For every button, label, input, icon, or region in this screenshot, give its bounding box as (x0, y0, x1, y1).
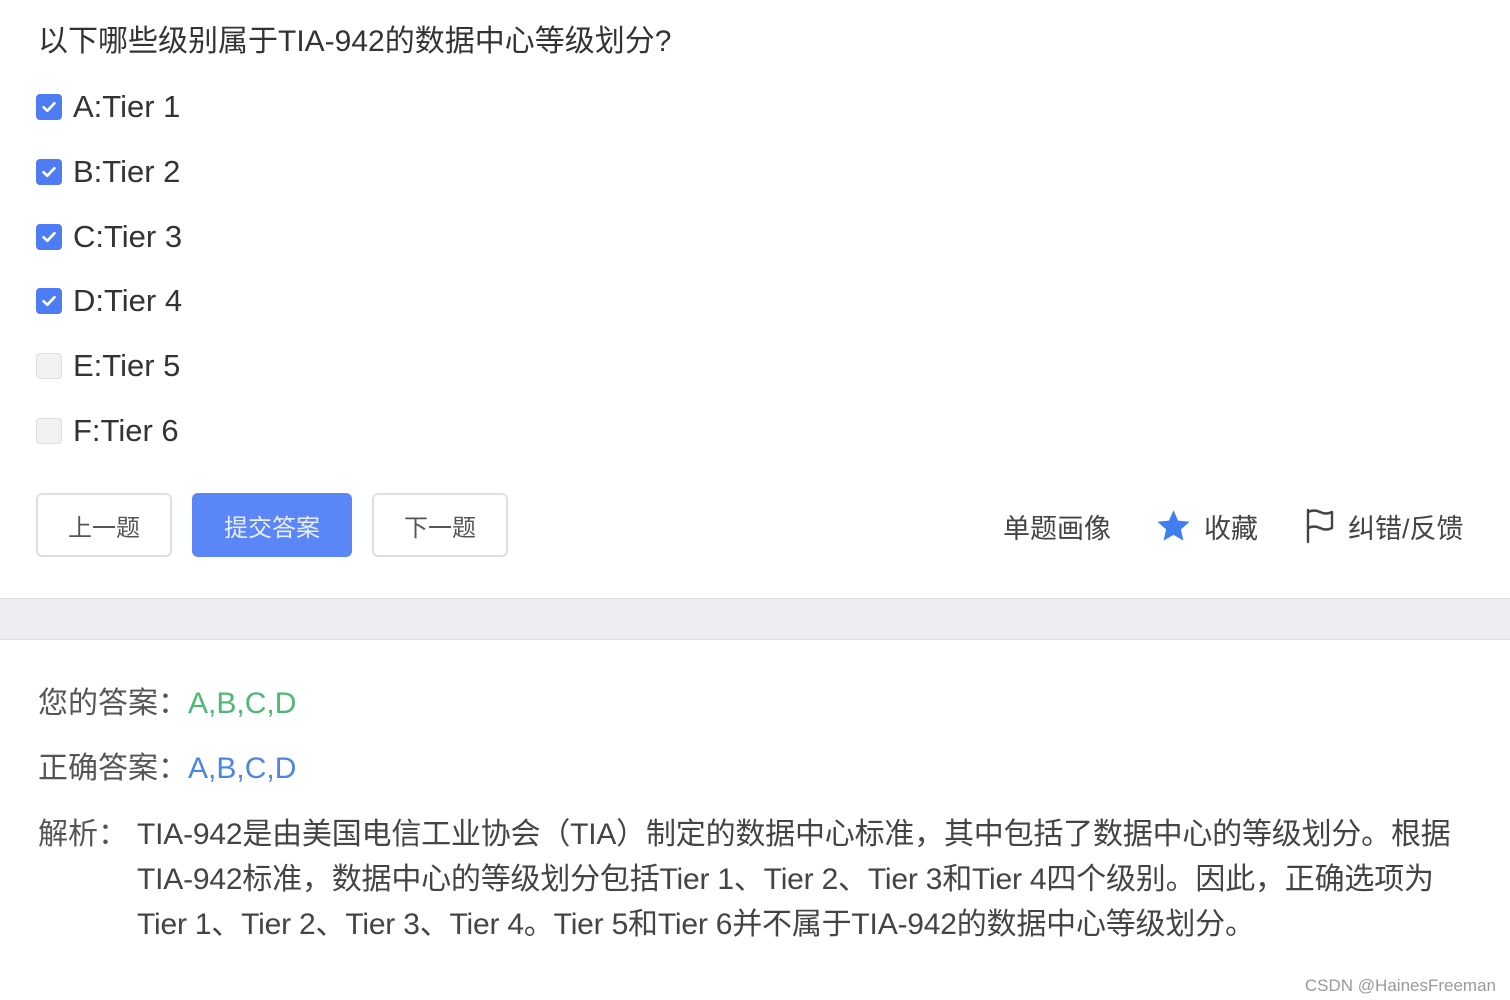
option-e-checkbox[interactable] (36, 353, 62, 379)
option-a-checkbox[interactable] (36, 94, 62, 120)
question-text: 以下哪些级别属于TIA-942的数据中心等级划分? (38, 25, 672, 58)
correct-answer-row: 正确答案：A,B,C,D (38, 749, 296, 789)
option-a-label: A:Tier 1 (73, 89, 181, 124)
option-b[interactable]: B:Tier 2 (36, 152, 180, 192)
favorite-label: 收藏 (1204, 513, 1258, 544)
option-b-checkbox[interactable] (36, 159, 62, 185)
check-icon (42, 101, 56, 113)
section-divider (0, 598, 1510, 640)
option-d[interactable]: D:Tier 4 (36, 281, 182, 321)
question-portrait-button[interactable]: 单题画像 (1003, 504, 1111, 548)
check-icon (42, 166, 56, 178)
option-a[interactable]: A:Tier 1 (36, 87, 180, 127)
analysis-section: 解析： TIA-942是由美国电信工业协会（TIA）制定的数据中心标准，其中包括… (38, 812, 1478, 947)
analysis-text: TIA-942是由美国电信工业协会（TIA）制定的数据中心标准，其中包括了数据中… (137, 818, 1451, 941)
watermark: CSDN @HainesFreeman (1304, 976, 1496, 995)
question-panel: 以下哪些级别属于TIA-942的数据中心等级划分? A:Tier 1 B:Tie… (0, 0, 1510, 598)
check-icon (42, 231, 56, 243)
analysis-label: 解析： (38, 818, 128, 851)
option-d-checkbox[interactable] (36, 288, 62, 314)
option-f-label: F:Tier 6 (73, 413, 179, 448)
option-e-label: E:Tier 5 (73, 348, 181, 383)
your-answer-label: 您的答案： (38, 687, 188, 720)
option-c-label: C:Tier 3 (73, 219, 183, 254)
favorite-button[interactable]: 收藏 (1155, 504, 1258, 548)
option-c[interactable]: C:Tier 3 (36, 217, 182, 257)
option-d-label: D:Tier 4 (73, 283, 183, 318)
prev-question-button[interactable]: 上一题 (36, 493, 172, 557)
flag-icon (1304, 508, 1336, 544)
your-answer-row: 您的答案：A,B,C,D (38, 684, 296, 724)
check-icon (42, 295, 56, 307)
submit-answer-button[interactable]: 提交答案 (192, 493, 352, 557)
next-question-button[interactable]: 下一题 (372, 493, 508, 557)
option-f-checkbox[interactable] (36, 418, 62, 444)
report-error-label: 纠错/反馈 (1348, 513, 1464, 544)
correct-answer-label: 正确答案： (38, 752, 188, 785)
option-e[interactable]: E:Tier 5 (36, 346, 180, 386)
your-answer-value: A,B,C,D (188, 687, 297, 720)
question-portrait-label: 单题画像 (1003, 513, 1111, 544)
report-error-button[interactable]: 纠错/反馈 (1304, 504, 1464, 548)
option-f[interactable]: F:Tier 6 (36, 411, 179, 451)
option-c-checkbox[interactable] (36, 224, 62, 250)
star-icon (1155, 509, 1192, 544)
option-b-label: B:Tier 2 (73, 154, 181, 189)
correct-answer-value: A,B,C,D (188, 752, 297, 785)
